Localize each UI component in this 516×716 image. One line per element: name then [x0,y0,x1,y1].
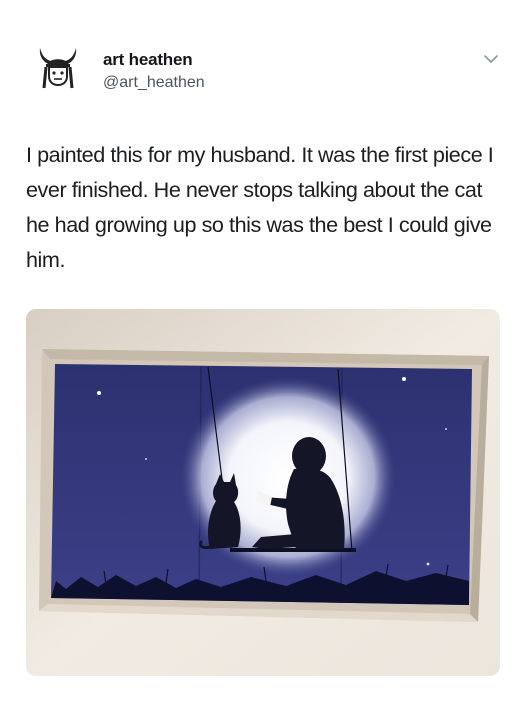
tweet-text: I painted this for my husband. It was th… [26,142,494,272]
user-info[interactable]: art heathen @art_heathen [103,50,205,93]
tweet-photo[interactable] [26,309,500,676]
painting-photo [26,309,500,676]
chevron-down-icon[interactable] [482,50,500,68]
display-name[interactable]: art heathen [103,50,205,70]
user-handle[interactable]: @art_heathen [103,73,205,93]
viking-helmet-avatar-icon[interactable] [34,44,82,92]
tweet-header: art heathen @art_heathen [0,0,516,120]
